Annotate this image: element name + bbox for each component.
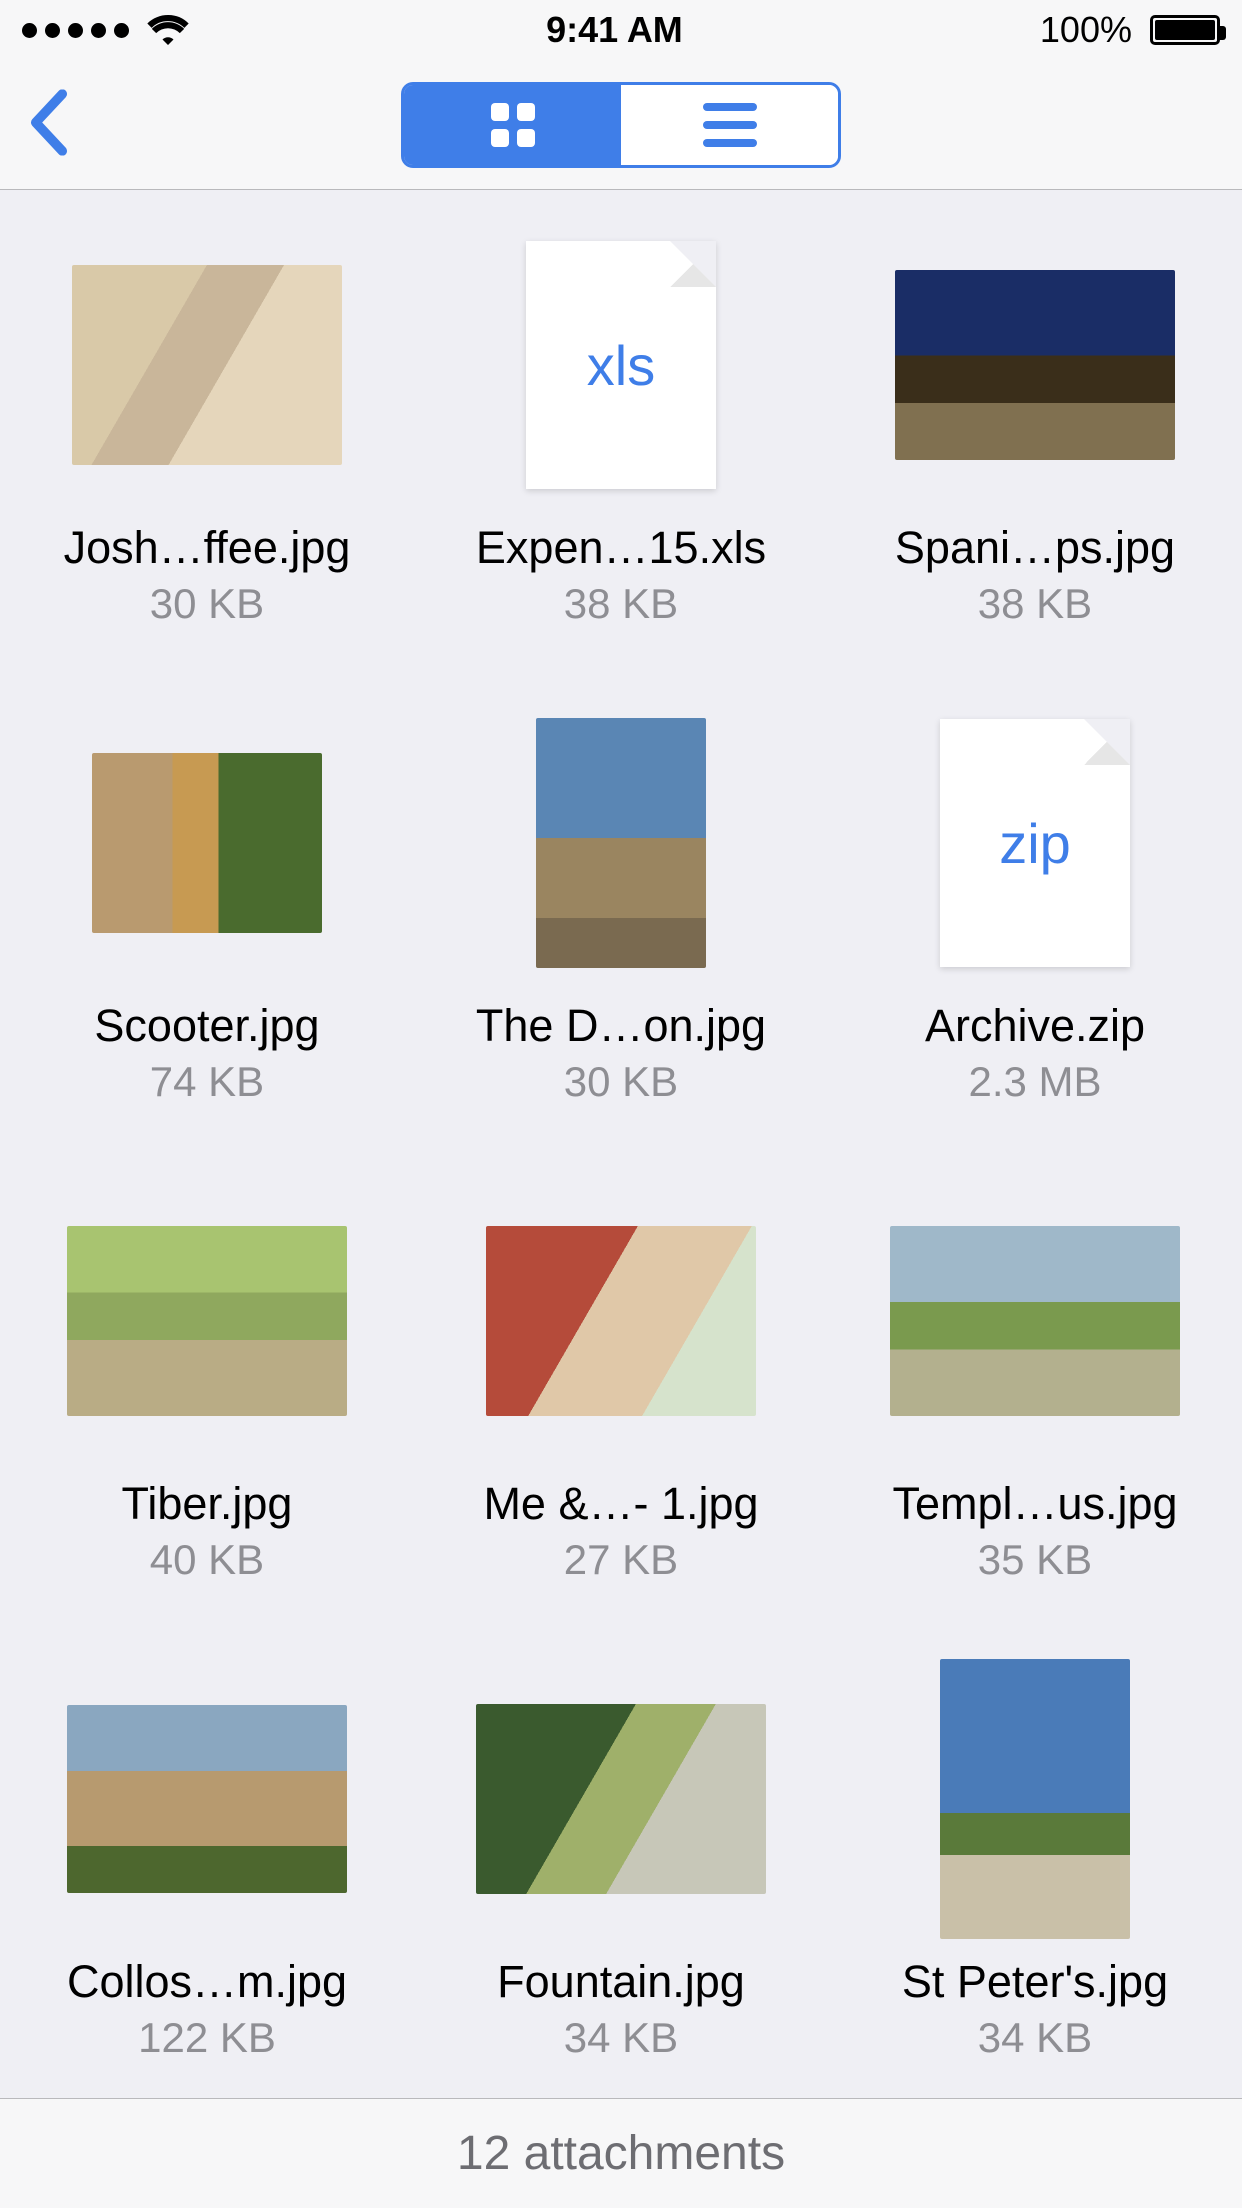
attachment-filesize: 122 KB xyxy=(138,2014,276,2062)
attachment-filename: Templ…us.jpg xyxy=(892,1478,1177,1530)
photo-thumbnail xyxy=(476,1704,766,1894)
document-ext-label: xls xyxy=(587,333,655,398)
photo-thumbnail xyxy=(890,1226,1180,1416)
back-button[interactable] xyxy=(30,89,68,160)
wifi-icon xyxy=(147,15,189,45)
attachment-item[interactable]: Me &…- 1.jpg 27 KB xyxy=(454,1176,788,1654)
attachment-filesize: 34 KB xyxy=(978,2014,1092,2062)
list-view-button[interactable] xyxy=(621,85,838,165)
photo-thumbnail xyxy=(895,270,1175,460)
photo-thumbnail xyxy=(92,753,322,933)
attachment-filesize: 40 KB xyxy=(150,1536,264,1584)
attachment-filesize: 2.3 MB xyxy=(968,1058,1101,1106)
signal-dots-icon xyxy=(22,23,129,38)
list-icon xyxy=(703,103,757,147)
grid-view-button[interactable] xyxy=(404,85,621,165)
photo-thumbnail xyxy=(67,1226,347,1416)
attachment-filename: Scooter.jpg xyxy=(94,1000,319,1052)
attachment-thumbnail xyxy=(454,1176,788,1466)
attachment-filesize: 30 KB xyxy=(564,1058,678,1106)
footer-bar: 12 attachments xyxy=(0,2098,1242,2208)
attachment-thumbnail xyxy=(40,220,374,510)
attachment-filename: Tiber.jpg xyxy=(122,1478,293,1530)
status-time: 9:41 AM xyxy=(546,9,683,51)
attachment-item[interactable]: The D…on.jpg 30 KB xyxy=(454,698,788,1176)
attachment-count-label: 12 attachments xyxy=(457,2126,785,2181)
attachment-thumbnail xyxy=(40,1654,374,1944)
attachment-item[interactable]: Spani…ps.jpg 38 KB xyxy=(868,220,1202,698)
battery-percent: 100% xyxy=(1040,9,1132,51)
attachment-filesize: 74 KB xyxy=(150,1058,264,1106)
attachment-thumbnail: zip xyxy=(868,698,1202,988)
attachment-item[interactable]: xls Expen…15.xls 38 KB xyxy=(454,220,788,698)
attachments-scroll[interactable]: Josh…ffee.jpg30 KBxlsExpen…15.xls38 KBSp… xyxy=(0,190,1242,2098)
grid-icon xyxy=(491,103,535,147)
attachment-item[interactable]: Collos…m.jpg 122 KB xyxy=(40,1654,374,2098)
attachment-filesize: 27 KB xyxy=(564,1536,678,1584)
photo-thumbnail xyxy=(940,1659,1130,1939)
attachment-thumbnail xyxy=(454,698,788,988)
attachment-thumbnail xyxy=(868,1654,1202,1944)
document-icon: zip xyxy=(940,719,1130,967)
attachment-filesize: 38 KB xyxy=(978,580,1092,628)
attachment-filename: Collos…m.jpg xyxy=(67,1956,347,2008)
attachment-filesize: 35 KB xyxy=(978,1536,1092,1584)
status-left xyxy=(22,15,189,45)
attachment-filesize: 38 KB xyxy=(564,580,678,628)
photo-thumbnail xyxy=(67,1705,347,1893)
document-icon: xls xyxy=(526,241,716,489)
attachment-item[interactable]: Templ…us.jpg 35 KB xyxy=(868,1176,1202,1654)
attachment-filename: Spani…ps.jpg xyxy=(895,522,1175,574)
attachment-item[interactable]: Scooter.jpg 74 KB xyxy=(40,698,374,1176)
document-ext-label: zip xyxy=(999,811,1071,876)
attachment-item[interactable]: Josh…ffee.jpg 30 KB xyxy=(40,220,374,698)
attachment-filename: Archive.zip xyxy=(925,1000,1145,1052)
attachment-filename: The D…on.jpg xyxy=(476,1000,766,1052)
attachment-item[interactable]: Fountain.jpg 34 KB xyxy=(454,1654,788,2098)
attachment-filename: St Peter's.jpg xyxy=(902,1956,1168,2008)
status-right: 100% xyxy=(1040,9,1220,51)
photo-thumbnail xyxy=(536,718,706,968)
view-mode-segment xyxy=(401,82,841,168)
attachment-item[interactable]: St Peter's.jpg 34 KB xyxy=(868,1654,1202,2098)
attachment-filename: Expen…15.xls xyxy=(476,522,766,574)
attachment-thumbnail xyxy=(868,220,1202,510)
photo-thumbnail xyxy=(486,1226,756,1416)
attachment-thumbnail xyxy=(40,698,374,988)
attachment-thumbnail: xls xyxy=(454,220,788,510)
attachment-filesize: 30 KB xyxy=(150,580,264,628)
attachment-thumbnail xyxy=(868,1176,1202,1466)
nav-bar xyxy=(0,60,1242,190)
attachment-item[interactable]: Tiber.jpg 40 KB xyxy=(40,1176,374,1654)
attachment-filename: Fountain.jpg xyxy=(497,1956,745,2008)
battery-icon xyxy=(1150,15,1220,45)
photo-thumbnail xyxy=(72,265,342,465)
attachment-filename: Me &…- 1.jpg xyxy=(483,1478,758,1530)
attachment-item[interactable]: zip Archive.zip 2.3 MB xyxy=(868,698,1202,1176)
attachments-grid: Josh…ffee.jpg30 KBxlsExpen…15.xls38 KBSp… xyxy=(40,220,1202,2098)
attachment-thumbnail xyxy=(454,1654,788,1944)
attachment-filename: Josh…ffee.jpg xyxy=(64,522,351,574)
status-bar: 9:41 AM 100% xyxy=(0,0,1242,60)
attachment-thumbnail xyxy=(40,1176,374,1466)
attachment-filesize: 34 KB xyxy=(564,2014,678,2062)
